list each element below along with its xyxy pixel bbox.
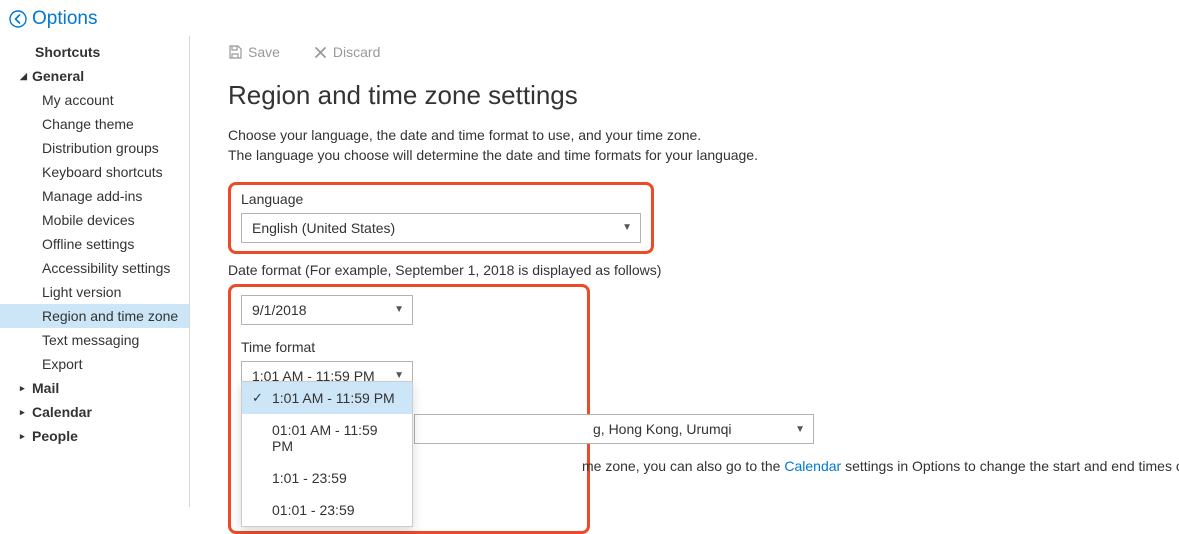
chevron-down-icon: ▼ [394, 370, 404, 381]
options-title: Options [32, 8, 97, 30]
sidebar-item-distribution-groups[interactable]: Distribution groups [0, 136, 189, 160]
time-format-label: Time format [241, 339, 577, 355]
sidebar-shortcuts[interactable]: Shortcuts [0, 40, 189, 64]
date-format-label: Date format (For example, September 1, 2… [228, 262, 1159, 278]
sidebar-item-region-timezone[interactable]: Region and time zone [0, 304, 189, 328]
dropdown-option[interactable]: 1:01 - 23:59 [242, 462, 412, 494]
sidebar-item-offline-settings[interactable]: Offline settings [0, 232, 189, 256]
discard-label: Discard [333, 44, 380, 60]
save-label: Save [248, 44, 280, 60]
sidebar-calendar-label: Calendar [32, 404, 92, 420]
sidebar: Shortcuts ◢ General My account Change th… [0, 36, 190, 507]
sidebar-item-change-theme[interactable]: Change theme [0, 112, 189, 136]
timezone-hint: me zone, you can also go to the Calendar… [414, 458, 1179, 474]
chevron-down-icon: ▼ [394, 304, 404, 315]
date-format-value: 9/1/2018 [252, 302, 307, 318]
dropdown-option[interactable]: 01:01 AM - 11:59 PM [242, 414, 412, 462]
sidebar-item-mobile-devices[interactable]: Mobile devices [0, 208, 189, 232]
chevron-down-icon: ▼ [795, 424, 805, 435]
sidebar-item-manage-addins[interactable]: Manage add-ins [0, 184, 189, 208]
chevron-down-icon: ▼ [622, 222, 632, 233]
sidebar-general[interactable]: ◢ General [0, 64, 189, 88]
sidebar-item-keyboard-shortcuts[interactable]: Keyboard shortcuts [0, 160, 189, 184]
sidebar-item-light-version[interactable]: Light version [0, 280, 189, 304]
caret-right-icon: ▸ [20, 407, 30, 418]
sidebar-item-export[interactable]: Export [0, 352, 189, 376]
highlight-formats: 9/1/2018 ▼ Time format 1:01 AM - 11:59 P… [228, 284, 590, 534]
date-format-select[interactable]: 9/1/2018 ▼ [241, 295, 413, 325]
hint-prefix: me zone, you can also go to the [414, 458, 784, 474]
time-format-dropdown: 1:01 AM - 11:59 PM 01:01 AM - 11:59 PM 1… [241, 381, 413, 527]
sidebar-people-label: People [32, 428, 78, 444]
sidebar-item-accessibility[interactable]: Accessibility settings [0, 256, 189, 280]
calendar-link[interactable]: Calendar [784, 458, 841, 474]
language-label: Language [241, 191, 641, 207]
caret-right-icon: ▸ [20, 431, 30, 442]
save-icon [228, 45, 242, 59]
hint-suffix: settings in Options to change the start … [845, 458, 1179, 474]
sidebar-mail[interactable]: ▸ Mail [0, 376, 189, 400]
timezone-value: g, Hong Kong, Urumqi [425, 421, 732, 437]
discard-icon [314, 46, 327, 59]
dropdown-option[interactable]: 1:01 AM - 11:59 PM [242, 382, 412, 414]
language-select[interactable]: English (United States) ▼ [241, 213, 641, 243]
caret-down-icon: ◢ [20, 71, 30, 82]
sidebar-people[interactable]: ▸ People [0, 424, 189, 448]
sidebar-item-text-messaging[interactable]: Text messaging [0, 328, 189, 352]
highlight-language: Language English (United States) ▼ [228, 182, 654, 254]
dropdown-option[interactable]: 01:01 - 23:59 [242, 494, 412, 526]
sidebar-item-my-account[interactable]: My account [0, 88, 189, 112]
language-value: English (United States) [252, 220, 395, 236]
caret-right-icon: ▸ [20, 383, 30, 394]
timezone-select[interactable]: g, Hong Kong, Urumqi ▼ [414, 414, 814, 444]
desc-line-1: Choose your language, the date and time … [228, 125, 1159, 145]
back-arrow-icon[interactable] [8, 9, 28, 29]
sidebar-general-label: General [32, 68, 84, 84]
discard-button[interactable]: Discard [314, 44, 380, 60]
sidebar-mail-label: Mail [32, 380, 59, 396]
page-description: Choose your language, the date and time … [228, 125, 1159, 166]
main-panel: Save Discard Region and time zone settin… [190, 36, 1179, 507]
sidebar-calendar[interactable]: ▸ Calendar [0, 400, 189, 424]
save-button[interactable]: Save [228, 44, 280, 60]
toolbar: Save Discard [228, 44, 1159, 60]
desc-line-2: The language you choose will determine t… [228, 145, 1159, 165]
page-title: Region and time zone settings [228, 80, 1159, 111]
